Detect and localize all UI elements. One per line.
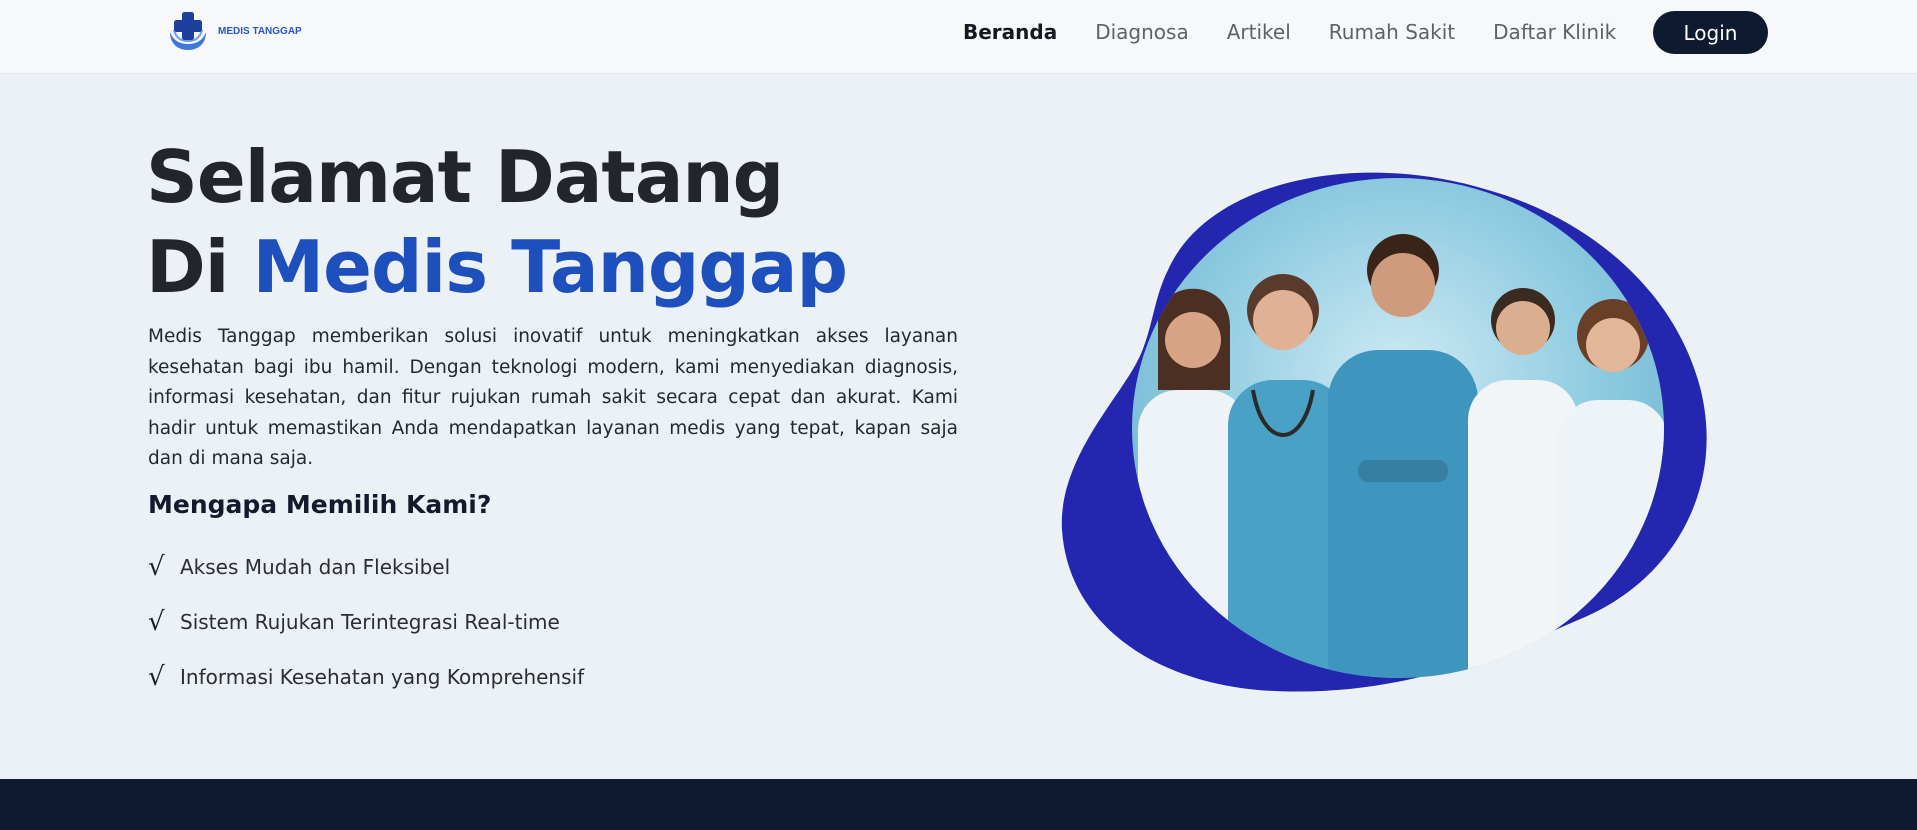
feature-list: √ Akses Mudah dan Fleksibel √ Sistem Ruj… [148,549,584,714]
medical-cross-hands-icon [170,12,206,50]
nav-artikel[interactable]: Artikel [1227,20,1291,44]
feature-label: Akses Mudah dan Fleksibel [180,554,451,579]
hero-doctors-image [1061,172,1707,692]
hero-title-brand: Medis Tanggap [252,225,848,309]
nav-diagnosa[interactable]: Diagnosa [1095,20,1189,44]
hero-description: Medis Tanggap memberikan solusi inovatif… [148,326,958,469]
footer-band [0,779,1917,830]
feature-label: Informasi Kesehatan yang Komprehensif [180,664,585,689]
brand-logo[interactable]: MEDIS TANGGAP [164,8,302,54]
nav-daftar-klinik[interactable]: Daftar Klinik [1493,20,1616,44]
main-nav: Beranda Diagnosa Artikel Rumah Sakit Daf… [963,0,1616,64]
check-icon: √ [148,551,165,582]
feature-item: √ Informasi Kesehatan yang Komprehensif [148,659,584,694]
check-icon: √ [148,606,165,637]
hero-title-line1: Selamat Datang [146,135,784,219]
brand-name: MEDIS TANGGAP [218,25,302,37]
hero-title: Selamat Datang Di Medis Tanggap [146,132,848,312]
hero-title-prefix: Di [146,225,229,309]
feature-item: √ Sistem Rujukan Terintegrasi Real-time [148,604,584,639]
feature-label: Sistem Rujukan Terintegrasi Real-time [180,609,560,634]
nav-beranda[interactable]: Beranda [963,20,1057,44]
feature-item: √ Akses Mudah dan Fleksibel [148,549,584,584]
navbar: MEDIS TANGGAP Beranda Diagnosa Artikel R… [0,0,1917,74]
why-heading: Mengapa Memilih Kami? [148,490,492,519]
nav-rumah-sakit[interactable]: Rumah Sakit [1329,20,1455,44]
login-button[interactable]: Login [1653,11,1768,54]
check-icon: √ [148,661,165,692]
